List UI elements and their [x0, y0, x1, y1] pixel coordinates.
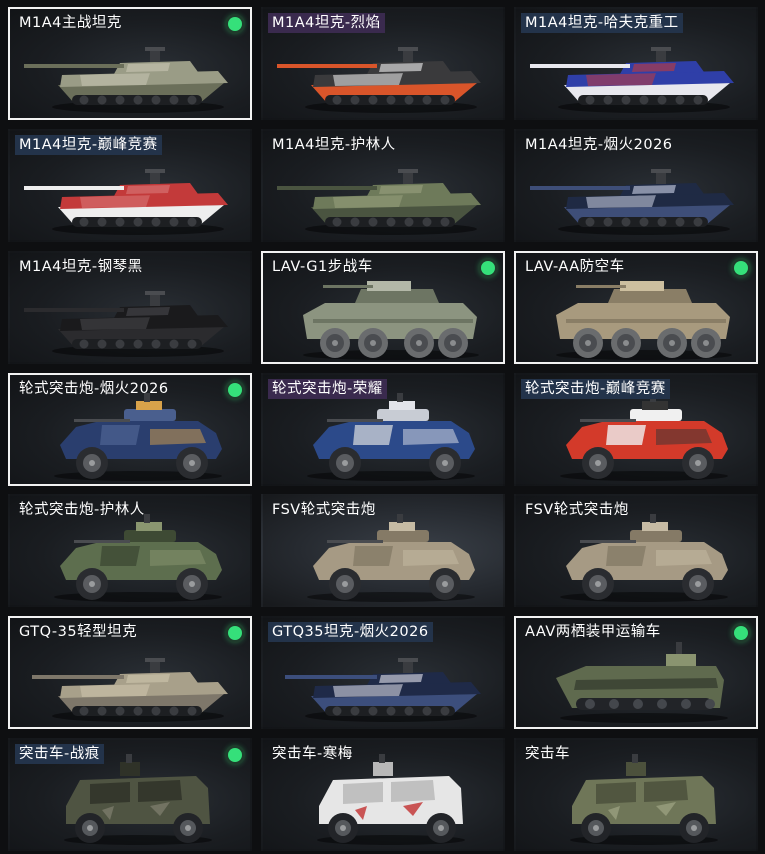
vehicle-skin-name: M1A4坦克-烟火2026 — [525, 137, 673, 153]
vehicle-skin-name: GTQ-35轻型坦克 — [19, 624, 138, 640]
equipped-status-icon — [734, 261, 748, 275]
vehicle-skin-card[interactable]: 轮式突击炮-巅峰竞赛 — [514, 373, 758, 486]
vehicle-skin-name: 轮式突击炮-荣耀 — [268, 379, 387, 399]
vehicle-skin-card[interactable]: 突击车 — [514, 738, 758, 851]
vehicle-skin-card[interactable]: M1A4坦克-烈焰 — [261, 7, 505, 120]
vehicle-skin-name: M1A4坦克-哈夫克重工 — [521, 13, 683, 33]
vehicle-skin-card[interactable]: LAV-G1步战车 — [261, 251, 505, 364]
vehicle-skin-card[interactable]: 轮式突击炮-荣耀 — [261, 373, 505, 486]
vehicle-skin-name: LAV-G1步战车 — [272, 259, 373, 275]
vehicle-skin-name: M1A4坦克-护林人 — [272, 137, 396, 153]
vehicle-skin-name: M1A4坦克-烈焰 — [268, 13, 385, 33]
vehicle-skin-card[interactable]: 轮式突击炮-烟火2026 — [8, 373, 252, 486]
vehicle-skin-card[interactable]: 轮式突击炮-护林人 — [8, 494, 252, 607]
equipped-status-icon — [228, 748, 242, 762]
vehicle-skin-name: GTQ35坦克-烟火2026 — [268, 622, 433, 642]
vehicle-skin-name: 突击车 — [525, 746, 570, 762]
vehicle-skin-card[interactable]: LAV-AA防空车 — [514, 251, 758, 364]
vehicle-skin-name: 突击车-战痕 — [15, 744, 104, 764]
vehicle-skin-name: M1A4坦克-巅峰竞赛 — [15, 135, 162, 155]
vehicle-skin-card[interactable]: M1A4坦克-钢琴黑 — [8, 251, 252, 364]
vehicle-skin-card[interactable]: M1A4坦克-巅峰竞赛 — [8, 129, 252, 242]
vehicle-skin-name: 轮式突击炮-巅峰竞赛 — [521, 379, 670, 399]
vehicle-skin-card[interactable]: AAV两栖装甲运输车 — [514, 616, 758, 729]
vehicle-skin-card[interactable]: M1A4主战坦克 — [8, 7, 252, 120]
vehicle-skin-name: 轮式突击炮-烟火2026 — [19, 381, 169, 397]
vehicle-skin-card[interactable]: FSV轮式突击炮 — [261, 494, 505, 607]
vehicle-skin-name: 突击车-寒梅 — [272, 746, 353, 762]
equipped-status-icon — [228, 383, 242, 397]
vehicle-skin-card[interactable]: M1A4坦克-哈夫克重工 — [514, 7, 758, 120]
vehicle-skin-name: M1A4主战坦克 — [19, 15, 122, 31]
vehicle-skin-name: FSV轮式突击炮 — [272, 502, 376, 518]
vehicle-skin-card[interactable]: M1A4坦克-护林人 — [261, 129, 505, 242]
vehicle-skin-name: 轮式突击炮-护林人 — [19, 502, 145, 518]
vehicle-skin-card[interactable]: 突击车-战痕 — [8, 738, 252, 851]
vehicle-skin-card[interactable]: M1A4坦克-烟火2026 — [514, 129, 758, 242]
vehicle-skin-name: M1A4坦克-钢琴黑 — [19, 259, 143, 275]
vehicle-skin-name: AAV两栖装甲运输车 — [525, 624, 661, 640]
equipped-status-icon — [228, 17, 242, 31]
vehicle-skin-name: FSV轮式突击炮 — [525, 502, 629, 518]
vehicle-skin-card[interactable]: FSV轮式突击炮 — [514, 494, 758, 607]
vehicle-skin-card[interactable]: 突击车-寒梅 — [261, 738, 505, 851]
vehicle-skin-grid: M1A4主战坦克 M1A4坦克-烈焰 M1A4坦克-哈夫克重工 M1A4坦克-巅… — [0, 0, 765, 854]
vehicle-skin-card[interactable]: GTQ-35轻型坦克 — [8, 616, 252, 729]
equipped-status-icon — [734, 626, 748, 640]
equipped-status-icon — [228, 626, 242, 640]
vehicle-skin-name: LAV-AA防空车 — [525, 259, 625, 275]
vehicle-skin-card[interactable]: GTQ35坦克-烟火2026 — [261, 616, 505, 729]
equipped-status-icon — [481, 261, 495, 275]
